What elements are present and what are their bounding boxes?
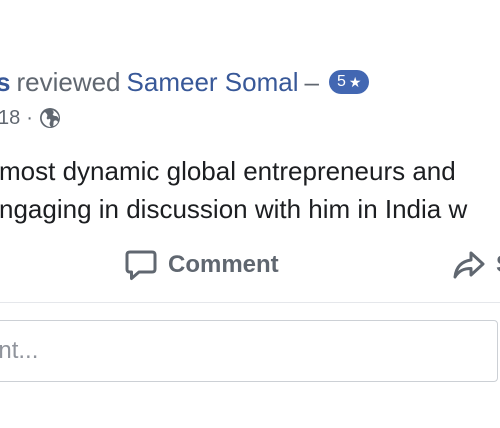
rating-value: 5 — [336, 73, 346, 90]
post-actions-bar: Comment S — [0, 244, 500, 286]
comment-input[interactable] — [0, 321, 497, 381]
reviewed-page-link[interactable]: Sameer Somal — [127, 67, 299, 98]
speech-bubble-icon — [124, 249, 158, 281]
share-arrow-icon — [452, 249, 486, 281]
meta-separator: · — [26, 106, 33, 129]
comment-button-label: Comment — [168, 251, 279, 278]
star-icon: ★ — [348, 73, 362, 90]
comment-button[interactable]: Comment — [124, 244, 279, 286]
comment-composer — [0, 320, 498, 382]
post-text: most dynamic global entrepreneurs and ng… — [0, 152, 467, 228]
share-button[interactable]: S — [452, 244, 500, 286]
share-button-label: S — [496, 251, 500, 279]
post-meta: 18 · — [0, 104, 61, 132]
post-timestamp-link[interactable]: 18 — [0, 107, 20, 130]
post-text-line-2: ngaging in discussion with him in India … — [0, 194, 468, 224]
header-dash: – — [304, 66, 319, 97]
reviewer-name-link[interactable]: s — [0, 67, 10, 98]
rating-badge: 5 ★ — [328, 70, 370, 94]
actions-divider — [0, 302, 500, 303]
review-verb: reviewed — [16, 66, 121, 97]
post-text-line-1: most dynamic global entrepreneurs and — [0, 156, 456, 186]
review-header: s reviewed Sameer Somal – 5 ★ — [0, 64, 370, 100]
globe-icon[interactable] — [39, 107, 61, 129]
